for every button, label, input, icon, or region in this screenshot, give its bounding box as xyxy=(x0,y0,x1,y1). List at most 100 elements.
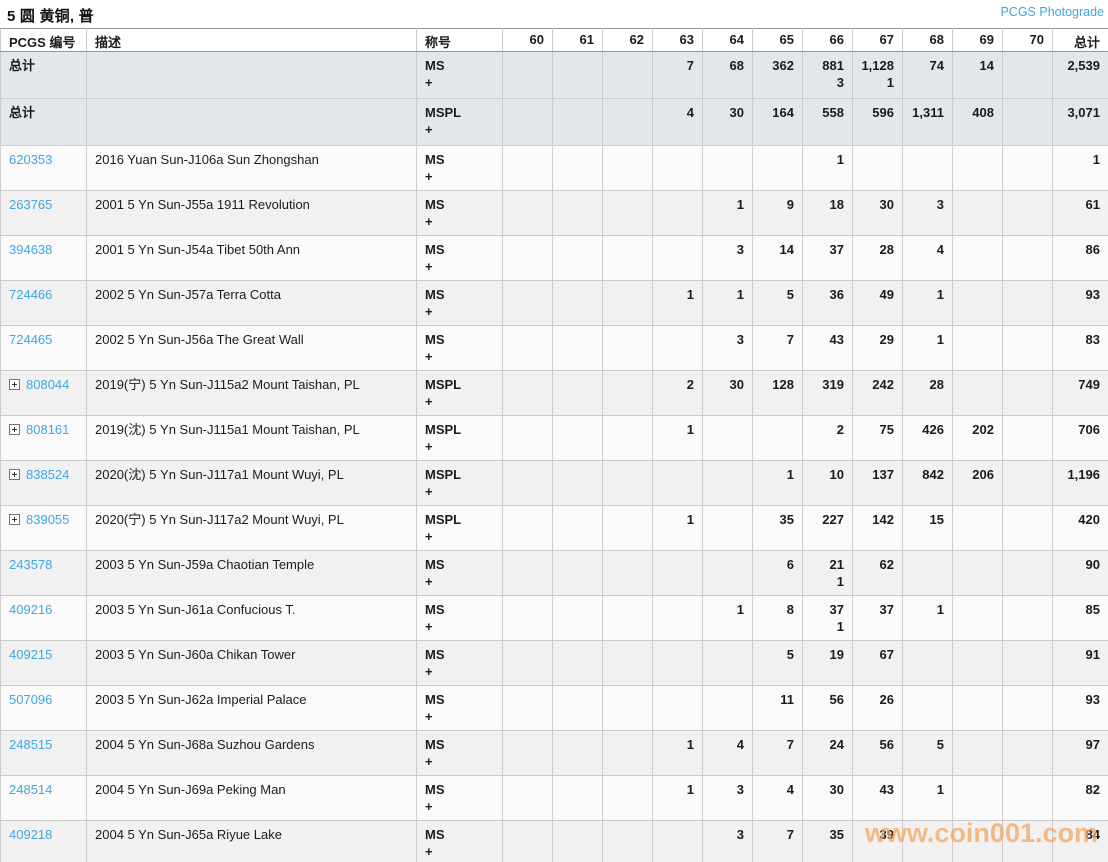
grade-62-cell xyxy=(602,775,653,821)
grade-61-cell xyxy=(552,190,603,236)
pcgs-number-link[interactable]: 409215 xyxy=(9,646,52,663)
grade-65-cell: 128 xyxy=(752,370,803,416)
grade-count: 29 xyxy=(879,332,894,347)
grade-count: 67 xyxy=(879,647,894,662)
designation-cell: MSPL + xyxy=(416,370,503,416)
table-row: 248515 2004 5 Yn Sun-J68a Suzhou Gardens M… xyxy=(0,730,1108,776)
expand-icon[interactable] xyxy=(9,379,20,390)
grade-count xyxy=(561,151,594,168)
grade-count xyxy=(911,826,944,843)
grade-63-cell: 1 xyxy=(652,415,703,461)
grade-62-cell xyxy=(602,595,653,641)
pcgs-number-cell: 409215 xyxy=(0,640,87,686)
expand-icon[interactable] xyxy=(9,424,20,435)
grade-count xyxy=(911,556,944,573)
grade-count: 128 xyxy=(772,377,794,392)
grade-64-cell xyxy=(702,415,753,461)
pcgs-number-link[interactable]: 507096 xyxy=(9,691,52,708)
grade-62-cell xyxy=(602,550,653,596)
grade-plus-count xyxy=(1011,798,1044,815)
grade-plus-count xyxy=(1061,438,1100,455)
grade-count: 74 xyxy=(929,58,944,73)
grade-63-cell xyxy=(652,325,703,371)
pcgs-number-link[interactable]: 409218 xyxy=(9,826,52,843)
grade-61-cell xyxy=(552,51,603,99)
pcgs-number-link[interactable]: 808161 xyxy=(26,421,69,438)
grade-plus-count xyxy=(561,753,594,770)
grade-plus-count xyxy=(511,573,544,590)
expand-icon[interactable] xyxy=(9,514,20,525)
grade-count: 61 xyxy=(1085,197,1100,212)
grade-61-cell xyxy=(552,775,603,821)
pcgs-number-link[interactable]: 394638 xyxy=(9,241,52,258)
grade-69-cell xyxy=(952,820,1003,862)
grade-plus-count xyxy=(611,121,644,138)
grade-66-cell: 56 xyxy=(802,685,853,731)
pcgs-number-link[interactable]: 724466 xyxy=(9,286,52,303)
grade-61-cell xyxy=(552,460,603,506)
grade-count xyxy=(961,826,994,843)
grade-count: 1 xyxy=(736,602,744,617)
expand-icon[interactable] xyxy=(9,469,20,480)
grade-plus-count xyxy=(561,438,594,455)
grade-plus-count xyxy=(561,348,594,365)
pcgs-number-link[interactable]: 409216 xyxy=(9,601,52,618)
grade-plus-count xyxy=(711,74,744,91)
grade-62-cell xyxy=(602,730,653,776)
description-cell: 2004 5 Yn Sun-J68a Suzhou Gardens xyxy=(86,730,417,776)
summary-row: 总计 MSPL +4 30 164 558 596 1,311 408 3,071 xyxy=(0,98,1108,146)
pcgs-number-cell: 808161 xyxy=(0,415,87,461)
pcgs-number-link[interactable]: 838524 xyxy=(26,466,69,483)
pcgs-number-link[interactable]: 839055 xyxy=(26,511,69,528)
grade-plus-count xyxy=(911,573,944,590)
grade-plus-count xyxy=(961,618,994,635)
pcgs-number-link[interactable]: 808044 xyxy=(26,376,69,393)
designation-cell: MS + xyxy=(416,51,503,99)
grade-69-cell xyxy=(952,550,1003,596)
grade-plus-count xyxy=(811,708,844,725)
grade-65-cell: 5 xyxy=(752,280,803,326)
pcgs-number-link[interactable]: 243578 xyxy=(9,556,52,573)
grade-plus-count xyxy=(761,843,794,860)
header-designation: 称号 xyxy=(416,28,503,52)
grade-63-cell xyxy=(652,820,703,862)
grade-plus-count xyxy=(811,798,844,815)
pcgs-number-cell: 409218 xyxy=(0,820,87,862)
grade-plus-count xyxy=(711,348,744,365)
grade-count xyxy=(961,646,994,663)
grade-plus-count xyxy=(961,258,994,275)
grade-plus-count xyxy=(1011,213,1044,230)
designation-plus: + xyxy=(425,574,433,589)
total-cell: 90 xyxy=(1052,550,1108,596)
pcgs-number-link[interactable]: 620353 xyxy=(9,151,52,168)
designation-cell: MS + xyxy=(416,325,503,371)
grade-count xyxy=(711,646,744,663)
grade-plus-count xyxy=(761,303,794,320)
grade-70-cell xyxy=(1002,460,1053,506)
grade-61-cell xyxy=(552,415,603,461)
pcgs-number-link[interactable]: 724465 xyxy=(9,331,52,348)
grade-61-cell xyxy=(552,98,603,146)
pcgs-number-link[interactable]: 248515 xyxy=(9,736,52,753)
summary-row: 总计 MS +7 68 362 881 3 1,128 1 74 14 2,539 xyxy=(0,51,1108,99)
table-row: 724465 2002 5 Yn Sun-J56a The Great Wall M… xyxy=(0,325,1108,371)
coin-description: 2003 5 Yn Sun-J59a Chaotian Temple xyxy=(95,557,315,572)
pcgs-number-link[interactable]: 248514 xyxy=(9,781,52,798)
grade-count: 842 xyxy=(922,467,944,482)
grade-plus-count xyxy=(911,528,944,545)
grade-64-cell: 4 xyxy=(702,730,753,776)
description-cell xyxy=(86,98,417,146)
total-cell: 83 xyxy=(1052,325,1108,371)
designation-cell: MS + xyxy=(416,640,503,686)
grade-count xyxy=(511,466,544,483)
photograde-link[interactable]: PCGS Photograde xyxy=(1000,5,1104,19)
grade-plus-count xyxy=(561,74,594,91)
pcgs-number-link[interactable]: 263765 xyxy=(9,196,52,213)
grade-plus-count xyxy=(961,753,994,770)
grade-60-cell xyxy=(502,190,553,236)
grade-count: 1 xyxy=(686,512,694,527)
grade-plus-count xyxy=(611,74,644,91)
grade-count: 1 xyxy=(1092,152,1100,167)
grade-plus-count xyxy=(711,528,744,545)
grade-69-cell xyxy=(952,190,1003,236)
